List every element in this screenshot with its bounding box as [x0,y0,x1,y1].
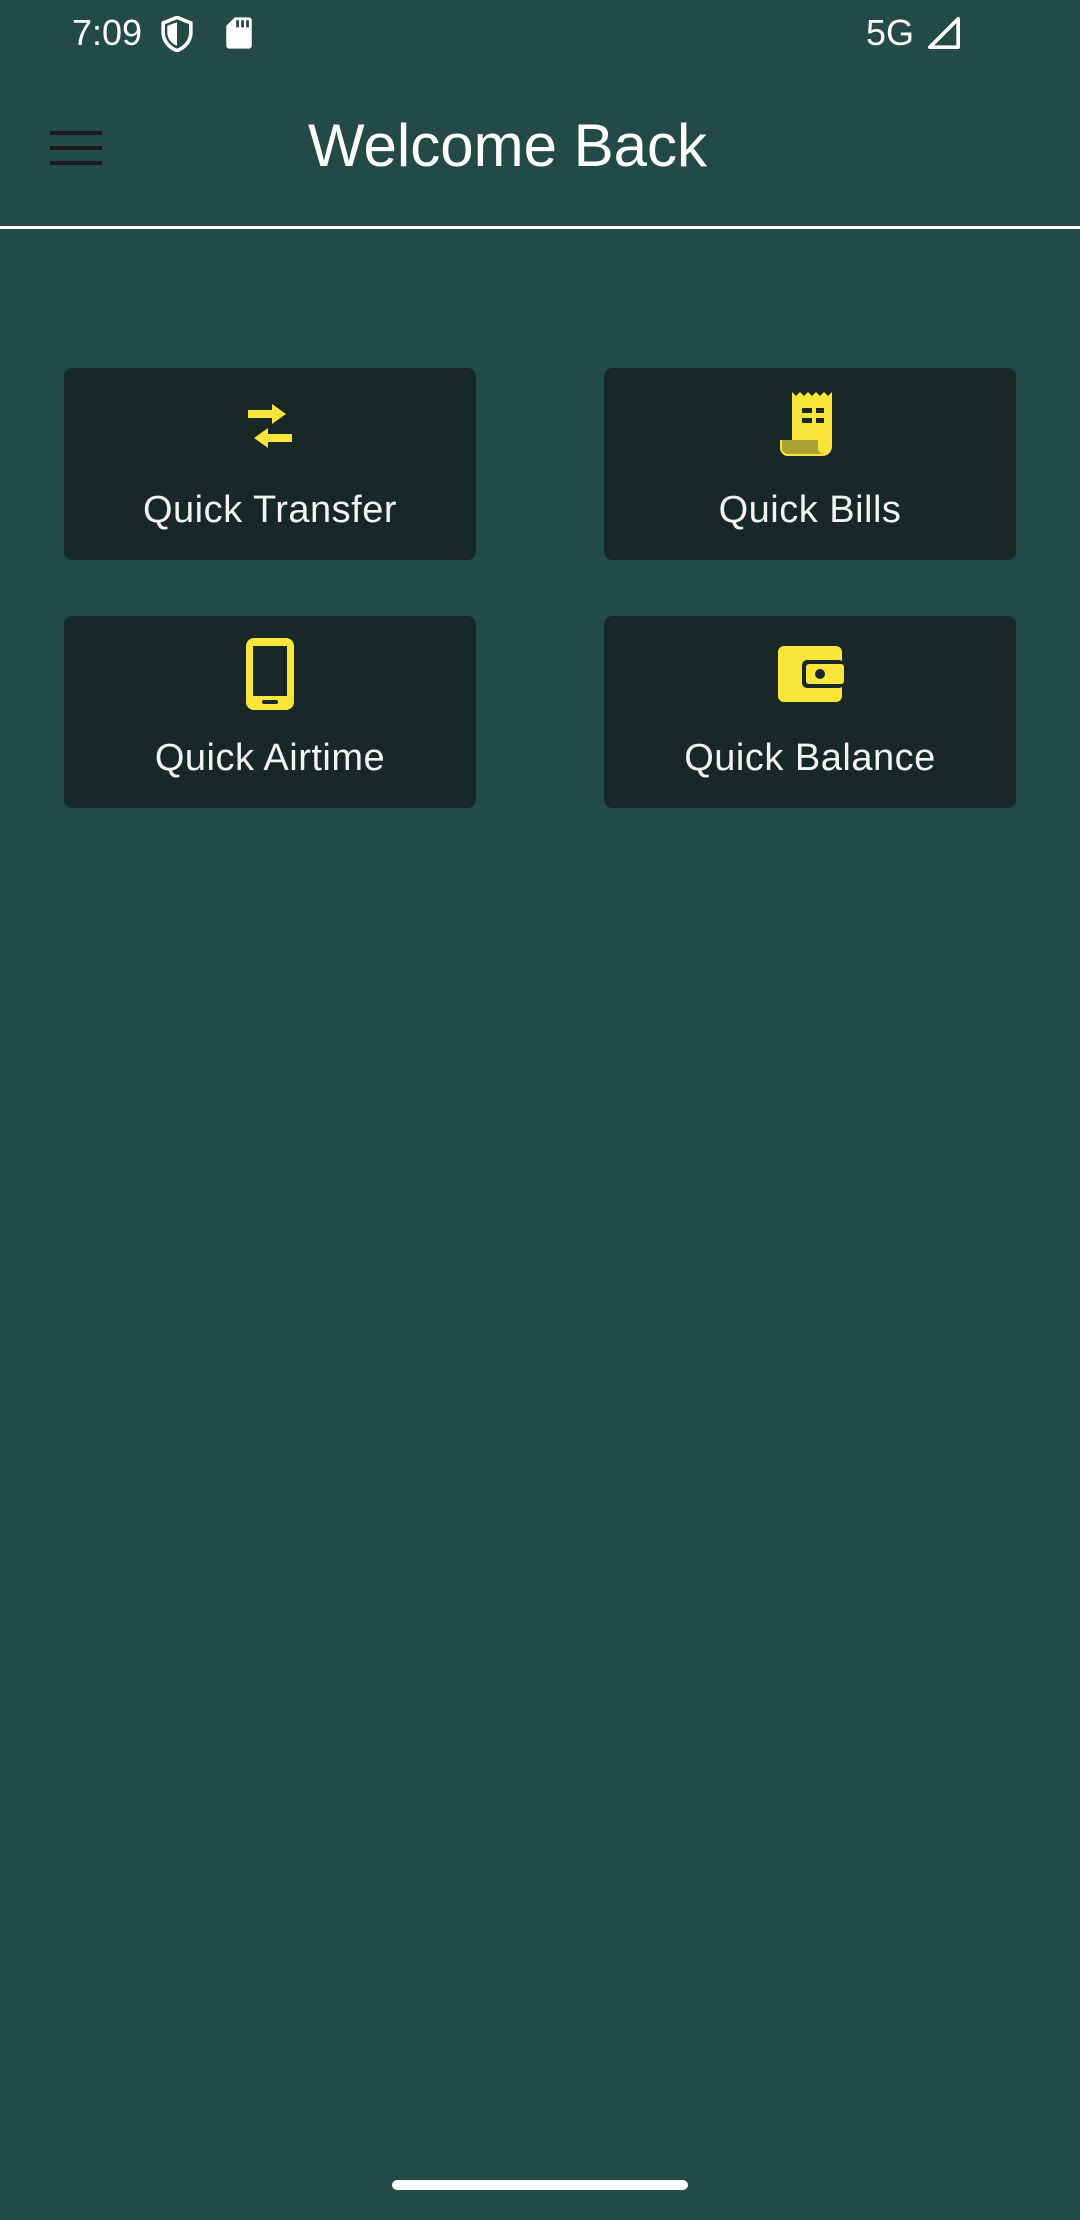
signal-icon [927,16,961,50]
menu-button[interactable] [40,112,112,184]
quick-actions-grid: Quick Transfer Quick Bills Quick Airtime [64,368,1016,808]
status-time: 7:09 [72,12,143,53]
network-type: 5G [866,12,915,53]
shield-icon [161,16,193,52]
app-bar: Welcome Back [0,66,1080,228]
sd-card-icon [226,17,252,49]
page-title: Welcome Back [308,112,708,179]
app-bar-divider [0,226,1080,229]
quick-transfer-card[interactable]: Quick Transfer [64,368,476,560]
swap-arrows-icon [234,390,306,462]
card-label: Quick Airtime [154,737,386,779]
card-label: Quick Bills [718,489,902,531]
card-label: Quick Balance [684,737,936,779]
wallet-icon [774,638,846,710]
menu-icon [50,131,102,165]
status-bar: 7:09 5G [0,0,1080,66]
home-indicator[interactable] [392,2180,688,2190]
receipt-icon [774,390,846,462]
quick-airtime-card[interactable]: Quick Airtime [64,616,476,808]
quick-bills-card[interactable]: Quick Bills [604,368,1016,560]
card-label: Quick Transfer [142,489,398,531]
phone-icon [234,638,306,710]
quick-balance-card[interactable]: Quick Balance [604,616,1016,808]
